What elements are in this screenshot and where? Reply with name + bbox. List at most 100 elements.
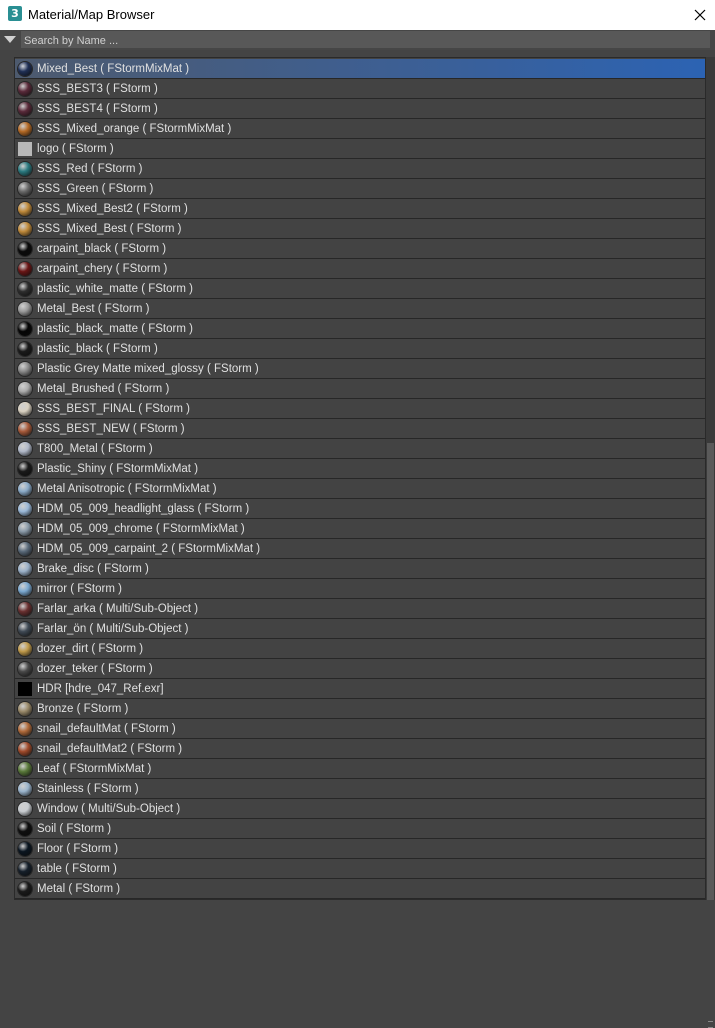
bottom-edge [0,900,715,909]
material-sphere-icon [18,761,32,776]
search-bar [0,30,715,50]
material-row[interactable]: carpaint_chery ( FStorm ) [15,259,705,279]
material-row[interactable]: HDM_05_009_headlight_glass ( FStorm ) [15,499,705,519]
scrollbar-thumb[interactable] [707,443,714,1028]
material-row[interactable]: Leaf ( FStormMixMat ) [15,759,705,779]
app-icon: 3 [8,6,22,21]
title-bar: 3 Material/Map Browser [0,0,715,30]
material-name: Plastic_Shiny ( FStormMixMat ) [37,462,199,475]
material-row[interactable]: T800_Metal ( FStorm ) [15,439,705,459]
material-name: Plastic Grey Matte mixed_glossy ( FStorm… [37,362,259,375]
material-name: plastic_black ( FStorm ) [37,342,158,355]
material-sphere-icon [18,821,32,836]
material-row[interactable]: plastic_black_matte ( FStorm ) [15,319,705,339]
material-row[interactable]: Metal Anisotropic ( FStormMixMat ) [15,479,705,499]
material-row[interactable]: SSS_BEST_NEW ( FStorm ) [15,419,705,439]
material-row[interactable]: Metal ( FStorm ) [15,879,705,899]
material-sphere-icon [18,441,32,456]
material-sphere-icon [18,261,32,276]
material-row[interactable]: Floor ( FStorm ) [15,839,705,859]
material-row[interactable]: SSS_BEST3 ( FStorm ) [15,79,705,99]
material-name: Stainless ( FStorm ) [37,782,139,795]
material-row[interactable]: Metal_Brushed ( FStorm ) [15,379,705,399]
vertical-scrollbar[interactable] [706,57,715,1028]
material-name: SSS_Mixed_orange ( FStormMixMat ) [37,122,232,135]
material-row[interactable]: snail_defaultMat2 ( FStorm ) [15,739,705,759]
material-row[interactable]: Farlar_ön ( Multi/Sub-Object ) [15,619,705,639]
material-name: HDR [hdre_047_Ref.exr] [37,682,164,695]
close-button[interactable] [685,0,715,30]
material-name: SSS_Mixed_Best2 ( FStorm ) [37,202,188,215]
material-row[interactable]: Plastic_Shiny ( FStormMixMat ) [15,459,705,479]
material-row[interactable]: logo ( FStorm ) [15,139,705,159]
material-list: Mixed_Best ( FStormMixMat ) SSS_BEST3 ( F… [15,59,705,899]
material-sphere-icon [18,561,32,576]
material-sphere-icon [18,741,32,756]
search-box[interactable] [21,31,710,50]
material-name: carpaint_black ( FStorm ) [37,242,167,255]
window-title: Material/Map Browser [28,7,155,22]
material-list-panel: Mixed_Best ( FStormMixMat ) SSS_BEST3 ( F… [14,57,706,900]
material-name: mirror ( FStorm ) [37,582,122,595]
material-name: Mixed_Best ( FStormMixMat ) [37,62,190,75]
material-sphere-icon [18,101,32,116]
material-row[interactable]: dozer_teker ( FStorm ) [15,659,705,679]
material-name: Farlar_ön ( Multi/Sub-Object ) [37,622,189,635]
material-row[interactable]: Brake_disc ( FStorm ) [15,559,705,579]
material-sphere-icon [18,61,32,76]
material-name: Bronze ( FStorm ) [37,702,129,715]
material-row[interactable]: table ( FStorm ) [15,859,705,879]
material-row[interactable]: plastic_black ( FStorm ) [15,339,705,359]
material-row[interactable]: snail_defaultMat ( FStorm ) [15,719,705,739]
material-row[interactable]: SSS_BEST4 ( FStorm ) [15,99,705,119]
options-dropdown-arrow-icon[interactable] [4,36,16,43]
material-row[interactable]: Mixed_Best ( FStormMixMat ) [15,59,705,79]
material-row[interactable]: Metal_Best ( FStorm ) [15,299,705,319]
material-row[interactable]: Stainless ( FStorm ) [15,779,705,799]
material-row[interactable]: SSS_Red ( FStorm ) [15,159,705,179]
material-row[interactable]: HDM_05_009_carpaint_2 ( FStormMixMat ) [15,539,705,559]
material-row[interactable]: SSS_BEST_FINAL ( FStorm ) [15,399,705,419]
material-sphere-icon [18,401,32,416]
material-row[interactable]: SSS_Green ( FStorm ) [15,179,705,199]
material-name: plastic_white_matte ( FStorm ) [37,282,193,295]
material-sphere-icon [18,481,32,496]
material-name: carpaint_chery ( FStorm ) [37,262,168,275]
search-input[interactable] [21,32,710,50]
material-name: Metal_Best ( FStorm ) [37,302,150,315]
material-sphere-icon [18,701,32,716]
material-name: Farlar_arka ( Multi/Sub-Object ) [37,602,199,615]
material-row[interactable]: Bronze ( FStorm ) [15,699,705,719]
material-name: Metal_Brushed ( FStorm ) [37,382,170,395]
material-row[interactable]: Farlar_arka ( Multi/Sub-Object ) [15,599,705,619]
material-row[interactable]: HDR [hdre_047_Ref.exr] [15,679,705,699]
material-name: plastic_black_matte ( FStorm ) [37,322,193,335]
material-sphere-icon [18,881,32,896]
map-swatch-icon [18,141,32,156]
material-row[interactable]: carpaint_black ( FStorm ) [15,239,705,259]
material-sphere-icon [18,221,32,236]
material-row[interactable]: plastic_white_matte ( FStorm ) [15,279,705,299]
material-name: Brake_disc ( FStorm ) [37,562,149,575]
material-row[interactable]: dozer_dirt ( FStorm ) [15,639,705,659]
material-sphere-icon [18,641,32,656]
material-sphere-icon [18,321,32,336]
material-name: Metal ( FStorm ) [37,882,121,895]
material-name: SSS_BEST3 ( FStorm ) [37,82,158,95]
material-row[interactable]: Window ( Multi/Sub-Object ) [15,799,705,819]
material-row[interactable]: SSS_Mixed_Best ( FStorm ) [15,219,705,239]
material-sphere-icon [18,361,32,376]
material-row[interactable]: SSS_Mixed_Best2 ( FStorm ) [15,199,705,219]
material-sphere-icon [18,501,32,516]
material-sphere-icon [18,801,32,816]
material-name: Floor ( FStorm ) [37,842,119,855]
map-swatch-icon [18,681,32,696]
material-row[interactable]: HDM_05_009_chrome ( FStormMixMat ) [15,519,705,539]
material-sphere-icon [18,301,32,316]
material-row[interactable]: Soil ( FStorm ) [15,819,705,839]
material-sphere-icon [18,181,32,196]
material-name: SSS_BEST_NEW ( FStorm ) [37,422,185,435]
material-row[interactable]: Plastic Grey Matte mixed_glossy ( FStorm… [15,359,705,379]
material-row[interactable]: mirror ( FStorm ) [15,579,705,599]
material-row[interactable]: SSS_Mixed_orange ( FStormMixMat ) [15,119,705,139]
